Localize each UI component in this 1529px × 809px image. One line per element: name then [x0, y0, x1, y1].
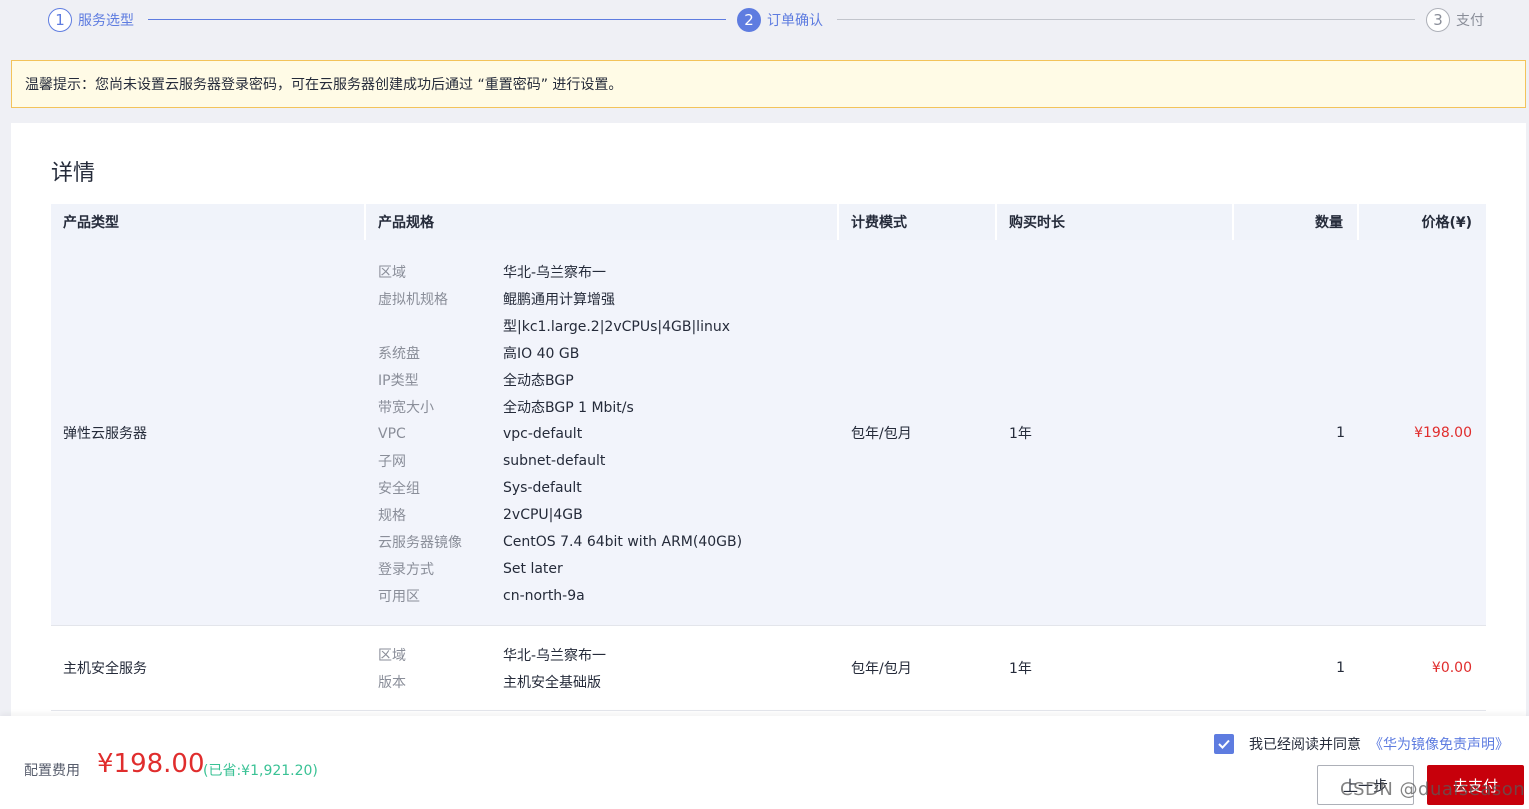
spec-key: 子网 [378, 453, 406, 470]
spec-key: 登录方式 [378, 561, 434, 578]
agree-checkbox[interactable] [1214, 734, 1234, 754]
step-order-confirm: 2 订单确认 [737, 7, 823, 33]
fee-saved: (已省:¥1,921.20) [203, 763, 318, 779]
step-label: 订单确认 [767, 13, 823, 29]
spec-value: Sys-default [503, 479, 582, 496]
agree-text: 我已经阅读并同意 [1249, 737, 1361, 753]
spec-item: 版本 主机安全基础版 [378, 668, 839, 695]
spec-value: 2vCPU|4GB [503, 506, 583, 523]
spec-value: 华北-乌兰察布一 [503, 264, 607, 281]
order-details-table: 产品类型 产品规格 计费模式 购买时长 数量 价格(¥) 弹性云服务器 区域华北… [51, 204, 1486, 711]
spec-value: 主机安全基础版 [503, 674, 601, 691]
fee-label: 配置费用 [24, 763, 80, 779]
spec-item: 区域 华北-乌兰察布一 [378, 258, 839, 285]
spec-item: 型|kc1.large.2|2vCPUs|4GB|linux [378, 312, 839, 339]
spec-item: 登录方式 Set later [378, 555, 839, 582]
product-type: 主机安全服务 [63, 661, 147, 677]
spec-value: 全动态BGP 1 Mbit/s [503, 399, 634, 416]
spec-item: IP类型 全动态BGP [378, 366, 839, 393]
column-header: 产品规格 [366, 204, 839, 240]
spec-value: cn-north-9a [503, 587, 585, 604]
column-header: 购买时长 [997, 204, 1234, 240]
fee-amount: ¥198.00 [97, 749, 205, 779]
disclaimer-link[interactable]: 《华为镜像免责声明》 [1369, 734, 1509, 754]
spec-key: 可用区 [378, 588, 420, 605]
table-row: 弹性云服务器 区域 华北-乌兰察布一 虚拟机规格 鲲鹏通用计算增强 型|kc1.la… [51, 240, 1486, 626]
details-card: 详情 产品类型 产品规格 计费模式 购买时长 数量 价格(¥) 弹性云服务器 区… [11, 123, 1526, 723]
spec-item: 带宽大小 全动态BGP 1 Mbit/s [378, 393, 839, 420]
product-spec-list: 区域 华北-乌兰察布一 虚拟机规格 鲲鹏通用计算增强 型|kc1.large.2|2… [366, 240, 839, 625]
product-type: 弹性云服务器 [63, 425, 147, 442]
spec-value: 鲲鹏通用计算增强 [503, 291, 615, 308]
column-header: 数量 [1234, 204, 1359, 240]
column-header: 价格(¥) [1421, 215, 1472, 231]
step-label: 服务选型 [78, 13, 134, 29]
spec-key: 区域 [378, 264, 406, 281]
spec-key: 带宽大小 [378, 399, 434, 416]
column-header: 产品类型 [51, 204, 366, 240]
step-number: 3 [1426, 8, 1450, 32]
purchase-duration: 1年 [1009, 661, 1032, 677]
spec-item: 规格 2vCPU|4GB [378, 501, 839, 528]
spec-value: 高IO 40 GB [503, 345, 580, 362]
step-payment: 3 支付 [1426, 7, 1484, 33]
order-steps: 1 服务选型 2 订单确认 3 支付 [48, 7, 1488, 33]
spec-key: 安全组 [378, 480, 420, 497]
spec-value: CentOS 7.4 64bit with ARM(40GB) [503, 533, 743, 550]
watermark: CSDN @dualseason [1340, 779, 1526, 800]
agreement: 我已经阅读并同意 《华为镜像免责声明》 [1214, 734, 1509, 754]
quantity: 1 [1336, 660, 1345, 676]
spec-key: 系统盘 [378, 345, 420, 362]
details-title: 详情 [51, 161, 96, 186]
step-number: 2 [737, 8, 761, 32]
check-icon [1218, 739, 1230, 749]
spec-key: 区域 [378, 647, 406, 664]
spec-item: 子网 subnet-default [378, 447, 839, 474]
step-number: 1 [48, 8, 72, 32]
spec-value: subnet-default [503, 452, 606, 469]
spec-item: 云服务器镜像 CentOS 7.4 64bit with ARM(40GB) [378, 528, 839, 555]
spec-item: 系统盘 高IO 40 GB [378, 339, 839, 366]
column-header: 计费模式 [839, 204, 997, 240]
step-label: 支付 [1456, 13, 1484, 29]
spec-item: 安全组 Sys-default [378, 474, 839, 501]
table-row: 主机安全服务 区域 华北-乌兰察布一 版本 主机安全基础版 包年/包月 1年 1 ¥… [51, 626, 1486, 711]
spec-key: VPC [378, 425, 406, 442]
spec-item: 区域 华北-乌兰察布一 [378, 641, 839, 668]
spec-key: 版本 [378, 674, 406, 691]
quantity: 1 [1336, 424, 1345, 441]
spec-key: IP类型 [378, 372, 419, 389]
spec-key: 云服务器镜像 [378, 534, 462, 551]
billing-mode: 包年/包月 [851, 661, 912, 677]
spec-value: Set later [503, 560, 563, 577]
spec-value: 全动态BGP [503, 372, 574, 389]
step-service-selection[interactable]: 1 服务选型 [48, 7, 134, 33]
spec-value: vpc-default [503, 425, 583, 442]
spec-key: 规格 [378, 507, 406, 524]
spec-item: VPC vpc-default [378, 420, 839, 447]
price: ¥198.00 [1414, 424, 1472, 441]
purchase-duration: 1年 [1009, 425, 1032, 442]
spec-value: 型|kc1.large.2|2vCPUs|4GB|linux [503, 318, 730, 335]
price: ¥0.00 [1431, 660, 1472, 676]
table-header: 产品类型 产品规格 计费模式 购买时长 数量 价格(¥) [51, 204, 1486, 240]
spec-value: 华北-乌兰察布一 [503, 647, 607, 664]
step-connector [837, 19, 1415, 20]
notice-text: 温馨提示：您尚未设置云服务器登录密码，可在云服务器创建成功后通过 “重置密码” … [25, 77, 623, 93]
checkout-footer: 配置费用 ¥198.00 (已省:¥1,921.20) 我已经阅读并同意 《华为… [0, 716, 1529, 809]
spec-item: 虚拟机规格 鲲鹏通用计算增强 [378, 285, 839, 312]
product-spec-list: 区域 华北-乌兰察布一 版本 主机安全基础版 [366, 626, 839, 710]
billing-mode: 包年/包月 [851, 425, 912, 442]
spec-item: 可用区 cn-north-9a [378, 582, 839, 609]
step-connector [148, 19, 726, 20]
spec-key: 虚拟机规格 [378, 291, 448, 308]
password-notice-banner: 温馨提示：您尚未设置云服务器登录密码，可在云服务器创建成功后通过 “重置密码” … [11, 60, 1526, 108]
